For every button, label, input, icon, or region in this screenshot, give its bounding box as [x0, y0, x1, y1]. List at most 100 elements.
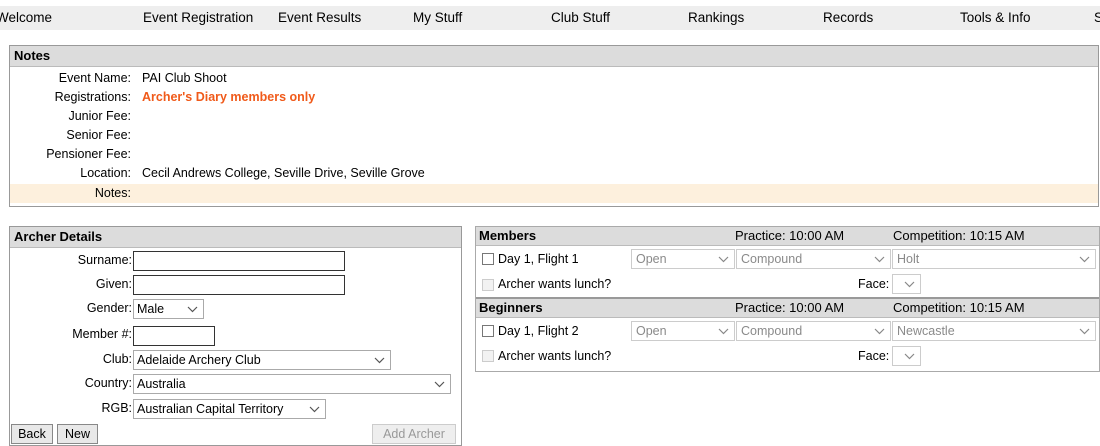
given-input[interactable] [133, 275, 345, 295]
archer-details-panel: Archer Details Surname: Given: Gender: M… [9, 226, 462, 446]
junior-fee-label: Junior Fee: [68, 109, 131, 123]
chevron-down-icon [904, 353, 915, 360]
surname-input[interactable] [133, 251, 345, 271]
location-label: Location: [80, 166, 131, 180]
chevron-down-icon [374, 357, 385, 364]
members-division-value: Open [636, 252, 667, 266]
nav-tools-info[interactable]: Tools & Info [960, 10, 1031, 25]
chevron-down-icon [718, 256, 729, 263]
members-bow-value: Compound [741, 252, 803, 266]
members-competition-time: Competition: 10:15 AM [893, 228, 1025, 243]
nav-rankings[interactable]: Rankings [688, 10, 744, 25]
beginners-practice-time: Practice: 10:00 AM [735, 300, 845, 315]
country-select[interactable]: Australia [133, 374, 451, 394]
rgb-value: Australian Capital Territory [137, 402, 284, 416]
members-division-select[interactable]: Open [631, 249, 735, 269]
beginners-venue-value: Newcastle [897, 324, 955, 338]
nav-my-stuff[interactable]: My Stuff [413, 10, 462, 25]
chevron-down-icon [874, 328, 885, 335]
junior-fee-row: Junior Fee: [10, 107, 1098, 126]
club-select[interactable]: Adelaide Archery Club [133, 350, 391, 370]
nav-club-stuff[interactable]: Club Stuff [551, 10, 610, 25]
chevron-down-icon [1079, 328, 1090, 335]
club-value: Adelaide Archery Club [137, 353, 261, 367]
members-lunch-label: Archer wants lunch? [498, 277, 612, 291]
beginners-face-select[interactable] [892, 346, 921, 366]
members-header: Members Practice: 10:00 AM Competition: … [476, 227, 1099, 246]
notes-title: Notes [10, 46, 1098, 67]
beginners-title: Beginners [479, 300, 543, 315]
event-name-label: Event Name: [58, 71, 131, 85]
members-face-label: Face: [858, 277, 890, 291]
registrations-row: Registrations: Archer's Diary members on… [10, 88, 1098, 107]
top-navigation: Welcome Event Registration Event Results… [0, 0, 1100, 34]
gender-label: Gender: [86, 301, 132, 315]
gender-value: Male [137, 302, 165, 316]
beginners-face-label: Face: [858, 349, 890, 363]
chevron-down-icon [1079, 256, 1090, 263]
gender-select[interactable]: Male [133, 299, 204, 319]
chevron-down-icon [718, 328, 729, 335]
chevron-down-icon [874, 256, 885, 263]
pensioner-fee-row: Pensioner Fee: [10, 145, 1098, 164]
member-row: Member #: [10, 321, 461, 346]
add-archer-button[interactable]: Add Archer [372, 424, 456, 444]
nav-event-registration[interactable]: Event Registration [143, 10, 253, 25]
beginners-lunch-label: Archer wants lunch? [498, 349, 612, 363]
surname-label: Surname: [77, 253, 132, 267]
members-practice-time: Practice: 10:00 AM [735, 228, 845, 243]
members-lunch-checkbox[interactable] [482, 279, 494, 291]
members-title: Members [479, 228, 537, 243]
location-value: Cecil Andrews College, Seville Drive, Se… [142, 166, 425, 180]
beginners-flight-label: Day 1, Flight 2 [498, 324, 579, 338]
rgb-label: RGB: [101, 401, 132, 415]
member-label: Member #: [72, 327, 132, 341]
beginners-flight-checkbox[interactable] [482, 325, 494, 337]
members-venue-select[interactable]: Holt [892, 249, 1096, 269]
event-name-row: Event Name: PAI Club Shoot [10, 69, 1098, 88]
surname-row: Surname: [10, 249, 461, 273]
country-row: Country: Australia [10, 372, 461, 396]
beginners-division-value: Open [636, 324, 667, 338]
notes-row: Notes: [10, 184, 1098, 203]
members-flight-label: Day 1, Flight 1 [498, 252, 579, 266]
senior-fee-row: Senior Fee: [10, 126, 1098, 145]
nav-overflow[interactable]: S [1094, 10, 1100, 25]
club-label: Club: [102, 352, 132, 366]
beginners-header: Beginners Practice: 10:00 AM Competition… [476, 297, 1099, 318]
beginners-division-select[interactable]: Open [631, 321, 735, 341]
back-button[interactable]: Back [11, 424, 53, 444]
flights-panel: Members Practice: 10:00 AM Competition: … [475, 226, 1100, 372]
nav-records[interactable]: Records [823, 10, 873, 25]
location-row: Location: Cecil Andrews College, Seville… [10, 164, 1098, 183]
nav-welcome[interactable]: Welcome [0, 10, 52, 25]
new-button[interactable]: New [57, 424, 98, 444]
rgb-select[interactable]: Australian Capital Territory [133, 399, 326, 419]
gender-row: Gender: Male [10, 297, 461, 321]
country-value: Australia [137, 377, 186, 391]
member-number-input[interactable] [133, 326, 215, 346]
beginners-venue-select[interactable]: Newcastle [892, 321, 1096, 341]
beginners-bow-value: Compound [741, 324, 803, 338]
archer-details-title: Archer Details [10, 227, 461, 248]
members-flight-checkbox[interactable] [482, 253, 494, 265]
pensioner-fee-label: Pensioner Fee: [46, 147, 131, 161]
members-venue-value: Holt [897, 252, 920, 266]
event-name-value: PAI Club Shoot [142, 71, 227, 85]
beginners-competition-time: Competition: 10:15 AM [893, 300, 1025, 315]
club-row: Club: Adelaide Archery Club [10, 348, 461, 372]
beginners-bow-select[interactable]: Compound [736, 321, 891, 341]
given-label: Given: [95, 277, 132, 291]
given-row: Given: [10, 273, 461, 297]
nav-event-results[interactable]: Event Results [278, 10, 361, 25]
senior-fee-label: Senior Fee: [66, 128, 131, 142]
beginners-lunch-checkbox[interactable] [482, 350, 494, 362]
notes-label: Notes: [94, 186, 131, 200]
registrations-label: Registrations: [54, 90, 131, 104]
chevron-down-icon [904, 281, 915, 288]
members-bow-select[interactable]: Compound [736, 249, 891, 269]
chevron-down-icon [187, 306, 198, 313]
chevron-down-icon [309, 406, 320, 413]
chevron-down-icon [434, 381, 445, 388]
members-face-select[interactable] [892, 274, 921, 294]
